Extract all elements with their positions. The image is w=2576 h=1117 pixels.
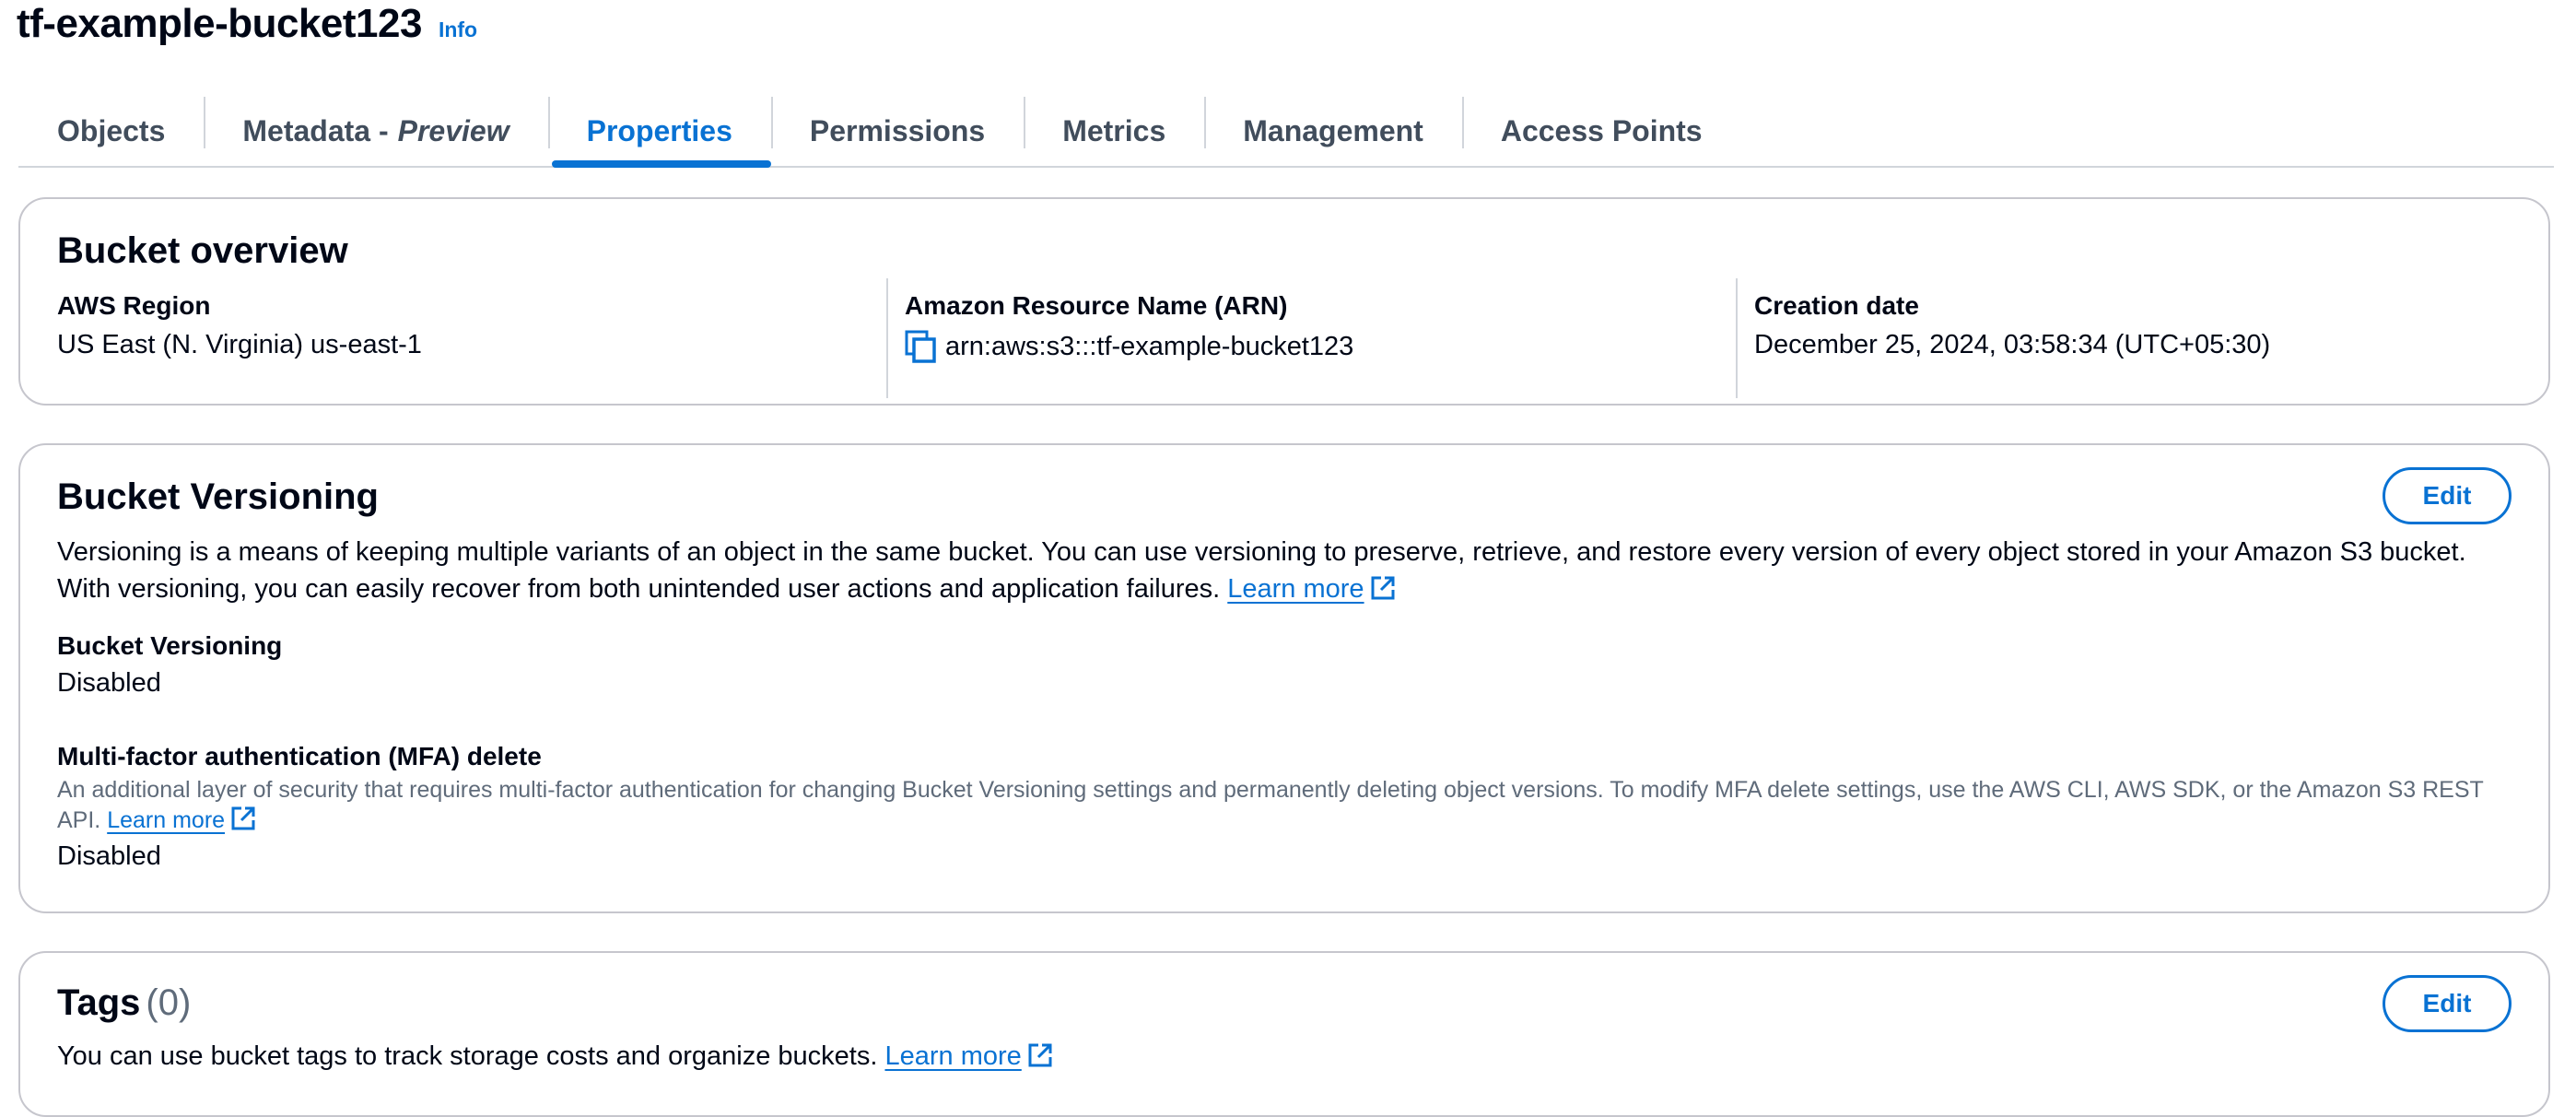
tags-learn-more-link[interactable]: Learn more bbox=[884, 1041, 1052, 1071]
tags-count: (0) bbox=[146, 982, 192, 1023]
tags-title: Tags bbox=[57, 982, 141, 1023]
tab-metadata[interactable]: Metadata - Preview bbox=[204, 96, 547, 166]
arn-value: arn:aws:s3:::tf-example-bucket123 bbox=[945, 331, 1354, 361]
learn-more-label: Learn more bbox=[884, 1041, 1022, 1071]
tab-label: Management bbox=[1243, 113, 1423, 147]
learn-more-label: Learn more bbox=[107, 807, 226, 833]
mfa-delete-value: Disabled bbox=[57, 841, 161, 871]
bucket-overview-panel: Bucket overview AWS Region US East (N. V… bbox=[18, 197, 2550, 406]
bucket-versioning-panel: Bucket Versioning Edit Versioning is a m… bbox=[18, 443, 2550, 913]
tab-label: Access Points bbox=[1500, 113, 1703, 147]
region-value: US East (N. Virginia) us-east-1 bbox=[57, 330, 422, 359]
region-label: AWS Region bbox=[57, 291, 211, 320]
versioning-description-block: Versioning is a means of keeping multipl… bbox=[57, 534, 2508, 607]
tab-objects[interactable]: Objects bbox=[18, 96, 204, 166]
tab-properties[interactable]: Properties bbox=[547, 96, 772, 168]
tab-metrics[interactable]: Metrics bbox=[1024, 96, 1204, 166]
external-link-icon bbox=[230, 805, 256, 831]
tab-label: Metrics bbox=[1062, 113, 1166, 147]
arn-row: arn:aws:s3:::tf-example-bucket123 bbox=[905, 330, 1736, 363]
tab-label: Properties bbox=[586, 113, 732, 147]
info-link[interactable]: Info bbox=[439, 18, 477, 42]
creation-date-label: Creation date bbox=[1754, 291, 1919, 320]
tags-description: You can use bucket tags to track storage… bbox=[57, 1041, 878, 1071]
arn-label: Amazon Resource Name (ARN) bbox=[905, 291, 1288, 320]
overview-grid: AWS Region US East (N. Virginia) us-east… bbox=[57, 278, 2512, 400]
overview-region: AWS Region US East (N. Virginia) us-east… bbox=[57, 278, 886, 400]
tab-label-suffix: Preview bbox=[397, 113, 509, 147]
tags-panel: Tags (0) Edit You can use bucket tags to … bbox=[18, 951, 2550, 1117]
versioning-status-value: Disabled bbox=[57, 668, 161, 698]
creation-date-value: December 25, 2024, 03:58:34 (UTC+05:30) bbox=[1754, 330, 2271, 359]
tags-title-row: Tags (0) bbox=[57, 982, 191, 1024]
external-link-icon bbox=[1370, 574, 1396, 600]
learn-more-label: Learn more bbox=[1227, 574, 1364, 604]
tab-management[interactable]: Management bbox=[1204, 96, 1462, 166]
page-header: tf-example-bucket123 Info bbox=[17, 0, 477, 48]
versioning-learn-more-link[interactable]: Learn more bbox=[1227, 574, 1395, 604]
copy-icon[interactable] bbox=[905, 330, 936, 363]
tab-label: Objects bbox=[57, 113, 166, 147]
versioning-status-label: Bucket Versioning bbox=[57, 631, 283, 660]
mfa-learn-more-link[interactable]: Learn more bbox=[107, 805, 256, 833]
mfa-description-block: An additional layer of security that req… bbox=[57, 775, 2512, 836]
mfa-delete-label: Multi-factor authentication (MFA) delete bbox=[57, 742, 542, 770]
bucket-overview-title: Bucket overview bbox=[57, 230, 348, 271]
tab-label: Metadata - bbox=[242, 113, 389, 147]
versioning-edit-button[interactable]: Edit bbox=[2383, 467, 2512, 524]
tags-edit-button[interactable]: Edit bbox=[2383, 975, 2512, 1032]
external-link-icon bbox=[1027, 1041, 1053, 1067]
tags-description-block: You can use bucket tags to track storage… bbox=[57, 1038, 2508, 1075]
bucket-versioning-title: Bucket Versioning bbox=[57, 476, 379, 517]
overview-arn: Amazon Resource Name (ARN) arn:aws:s3:::… bbox=[886, 278, 1736, 400]
page-title: tf-example-bucket123 bbox=[17, 1, 422, 46]
tab-permissions[interactable]: Permissions bbox=[770, 96, 1024, 166]
mfa-description: An additional layer of security that req… bbox=[57, 777, 2484, 833]
tab-label: Permissions bbox=[809, 113, 986, 147]
tab-access-points[interactable]: Access Points bbox=[1461, 96, 1741, 166]
overview-creation-date: Creation date December 25, 2024, 03:58:3… bbox=[1736, 278, 2512, 400]
tab-bar: Objects Metadata - Preview Properties Per… bbox=[18, 96, 2554, 168]
